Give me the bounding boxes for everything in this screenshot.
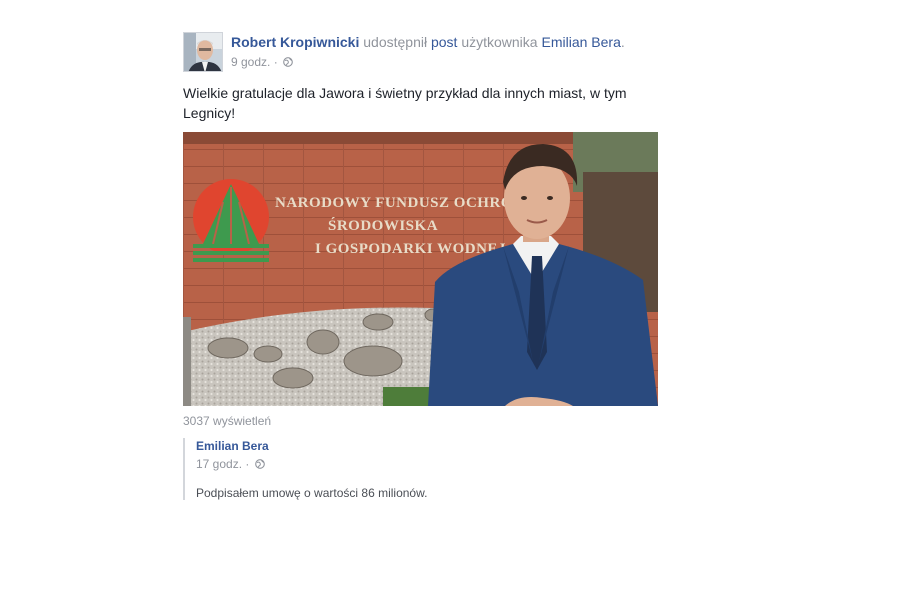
owner-name-link[interactable]: Emilian Bera [541, 34, 620, 50]
shared-author-name-link[interactable]: Emilian Bera [196, 439, 659, 453]
shared-post: Emilian Bera 17 godz. · Podpisałem umowę… [183, 438, 659, 500]
share-action-text: udostępnił [363, 34, 428, 50]
video-thumbnail: NARODOWY FUNDUSZ OCHRONY ŚRODOWISKA I GO… [183, 132, 658, 406]
author-avatar[interactable] [183, 32, 223, 72]
video-view-count: 3037 wyświetleń [183, 414, 272, 428]
shared-meta-separator: · [245, 457, 250, 471]
sign-text-line-1: NARODOWY FUNDUSZ OCHRONY [275, 195, 536, 211]
owner-suffix-text: . [620, 34, 625, 50]
sign-text-line-3: I GOSPODARKI WODNEJ [315, 241, 506, 257]
owner-prefix-text: użytkownika [461, 34, 538, 50]
post-header: Robert Kropiwnicki udostępnił post użytk… [183, 31, 659, 73]
post-header-line: Robert Kropiwnicki udostępnił post użytk… [231, 34, 625, 50]
globe-icon[interactable] [283, 56, 293, 67]
post-timestamp[interactable]: 9 godz. [231, 55, 270, 69]
video-player[interactable]: NARODOWY FUNDUSZ OCHRONY ŚRODOWISKA I GO… [183, 132, 658, 406]
post-meta: 9 godz. · [231, 55, 293, 69]
post-message: Wielkie gratulacje dla Jawora i świetny … [183, 85, 627, 121]
post-link[interactable]: post [431, 34, 457, 50]
avatar-image [184, 33, 222, 71]
shared-post-meta: 17 godz. · [196, 457, 659, 471]
sign-text-line-2: ŚRODOWISKA [328, 217, 438, 234]
shared-globe-icon[interactable] [254, 458, 265, 469]
author-name-link[interactable]: Robert Kropiwnicki [231, 34, 359, 50]
feed-post: Robert Kropiwnicki udostępnił post użytk… [183, 31, 659, 500]
shared-post-text: Podpisałem umowę o wartości 86 milionów. [196, 486, 428, 500]
meta-separator: · [273, 55, 278, 69]
shared-post-timestamp[interactable]: 17 godz. [196, 457, 242, 471]
